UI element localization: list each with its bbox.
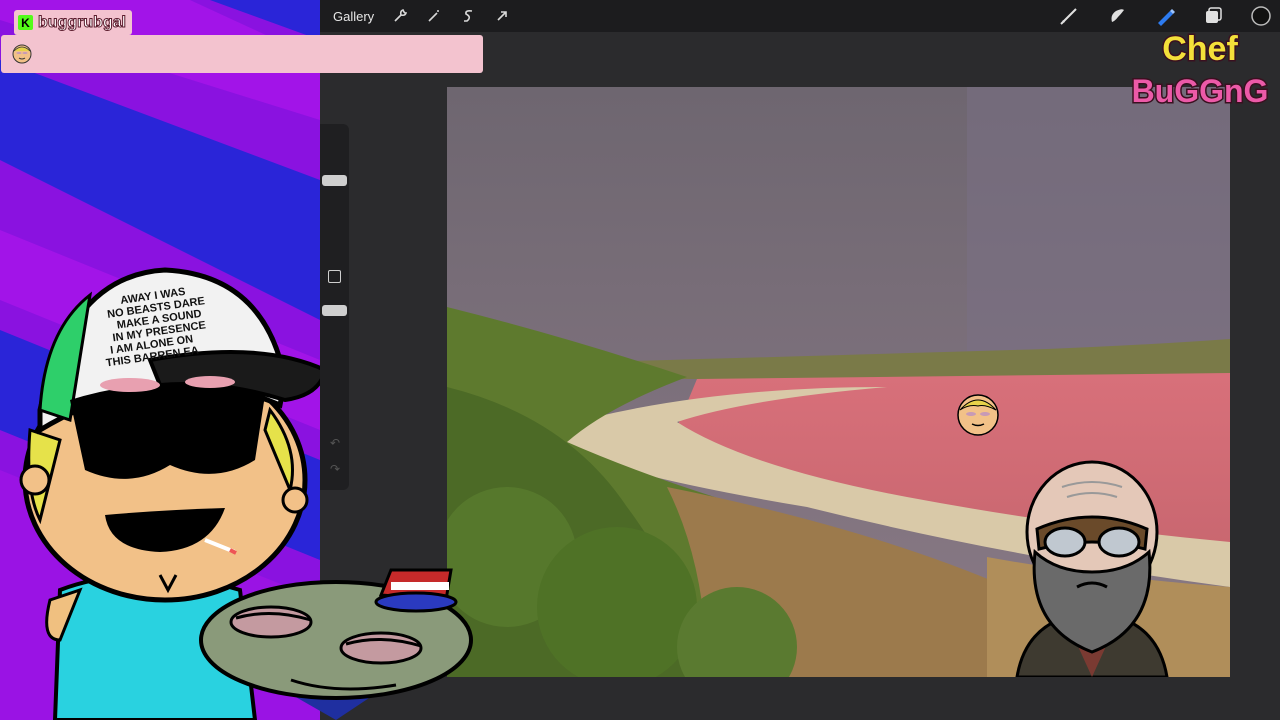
gallery-button[interactable]: Gallery: [333, 9, 374, 24]
redo-icon[interactable]: ↷: [328, 462, 342, 476]
chat-username: buggrubgal: [38, 13, 127, 31]
svg-text:BuGGnG: BuGGnG: [1132, 73, 1269, 109]
brush-icon[interactable]: [1058, 5, 1080, 27]
chat-message-bubble: [1, 35, 483, 73]
bearded-aviator-character: [1015, 460, 1169, 677]
drawing-canvas[interactable]: [447, 87, 1230, 677]
brush-size-slider[interactable]: [322, 175, 347, 186]
svg-text:Chef: Chef: [1162, 30, 1238, 68]
chat-username-tag: K buggrubgal: [14, 10, 132, 35]
transform-arrow-icon[interactable]: [494, 8, 510, 24]
emote-face-icon: [12, 44, 32, 64]
magic-wand-icon[interactable]: [426, 8, 442, 24]
opacity-slider[interactable]: [322, 305, 347, 316]
side-toolbar: ↶ ↷: [320, 124, 349, 490]
frog-uncle-sam-character: [199, 568, 473, 720]
selection-s-icon[interactable]: [460, 8, 476, 24]
kick-platform-badge: K: [18, 15, 33, 30]
chef-buggng-logo: Chef BuGGnG: [1130, 29, 1270, 111]
undo-icon[interactable]: ↶: [328, 436, 342, 450]
wrench-icon[interactable]: [392, 8, 408, 24]
small-face-sticker: [957, 394, 999, 436]
modify-button[interactable]: [328, 270, 341, 283]
